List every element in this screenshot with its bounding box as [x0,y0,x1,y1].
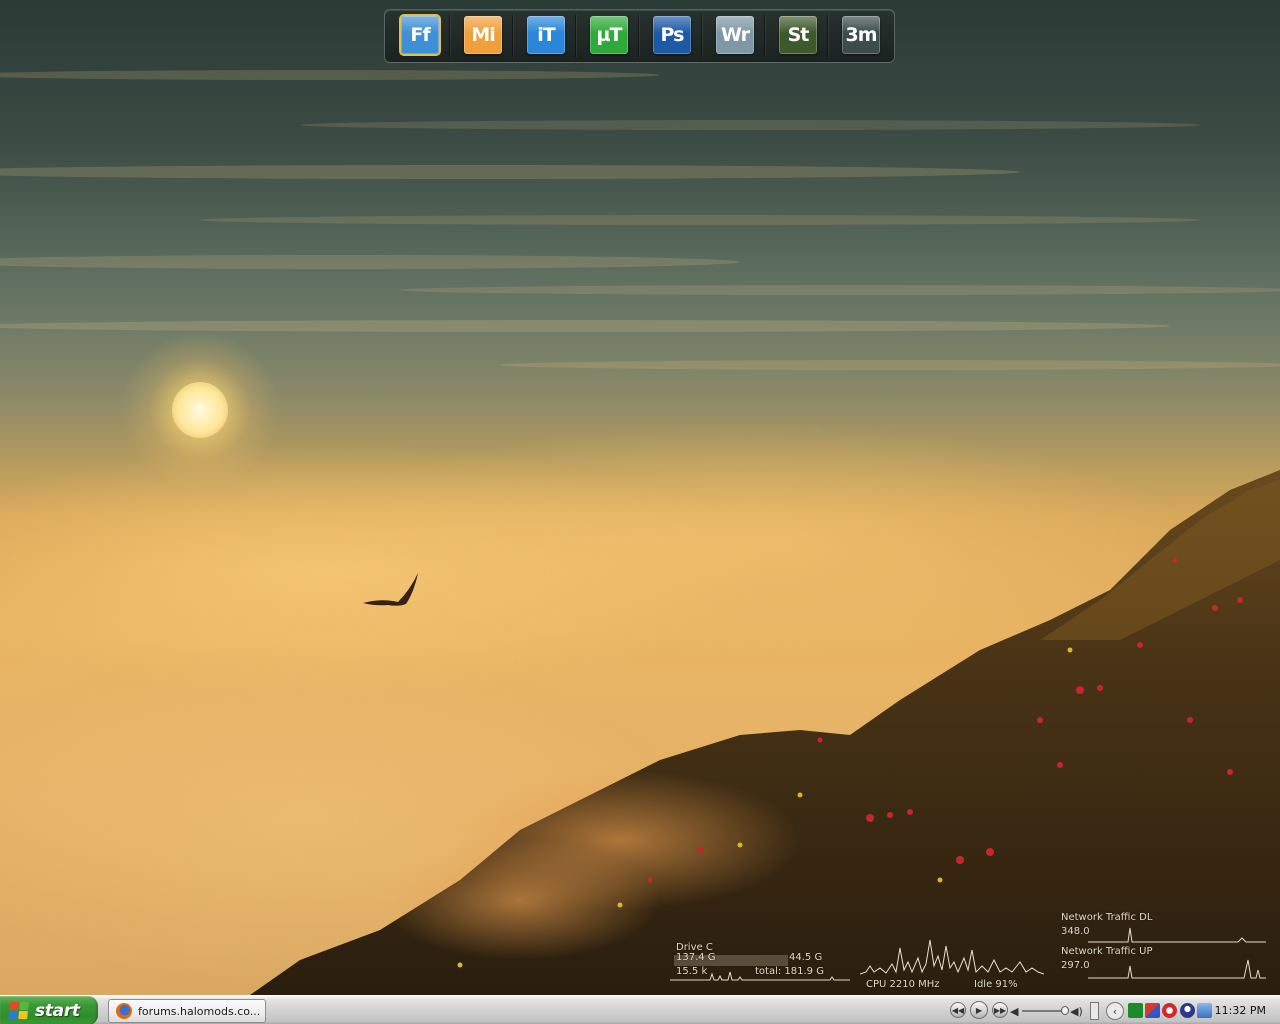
clock: 11:32 PM [1214,1004,1266,1017]
windows-logo-icon [8,1001,30,1020]
desktop-wallpaper [0,0,1280,995]
dock-separator [764,15,765,57]
system-tray: ◀◀ ▶ ▶▶ ◀ ◀) ‹ 11:32 PM [946,997,1280,1024]
app-tray-icon[interactable] [1145,1003,1160,1018]
volume-low-icon: ◀ [1010,1005,1019,1018]
hill-scene [250,470,1280,995]
cpu-monitor-widget: CPU 2210 MHz Idle 91% [858,928,1044,992]
dock-separator [449,15,450,57]
cpu-usage-graph [860,939,1044,975]
taskbar: start forums.halomods.co... ◀◀ ▶ ▶▶ ◀ ◀)… [0,995,1280,1024]
network-dl-graph [1088,927,1266,943]
network-up-value: 297.0 [1061,960,1090,971]
cpu-speed: CPU 2210 MHz [866,979,940,990]
dock-separator [512,15,513,57]
mist-on-hill [380,840,660,960]
steam-launcher-icon[interactable]: St [779,16,817,54]
drive-used: 137.4 G [676,952,716,963]
itunes-launcher-icon[interactable]: iT [527,16,565,54]
dock-separator [701,15,702,57]
application-dock: Ff Mi iT µT Ps Wr St 3m [384,9,895,63]
dock-separator [638,15,639,57]
winrar-launcher-icon[interactable]: Wr [716,16,754,54]
3dsmax-launcher-icon[interactable]: 3m [842,16,880,54]
start-button[interactable]: start [0,996,98,1024]
network-monitor-widget: Network Traffic DL 348.0 Network Traffic… [1058,910,1268,982]
security-tray-icon[interactable] [1180,1003,1195,1018]
dock-separator [575,15,576,57]
drive-monitor-widget: Drive C 137.4 G 44.5 G 15.5 k total: 181… [670,940,850,984]
firefox-icon [116,1003,132,1019]
volume-high-icon: ◀) [1070,1005,1083,1018]
utorrent-tray-icon[interactable] [1128,1003,1143,1018]
taskbar-window-title: forums.halomods.co... [138,1004,261,1018]
media-play-icon[interactable]: ▶ [970,1001,988,1019]
utorrent-launcher-icon[interactable]: µT [590,16,628,54]
miranda-launcher-icon[interactable]: Mi [464,16,502,54]
media-widget-grip-icon[interactable] [1090,1002,1099,1020]
drive-free: 44.5 G [789,952,823,963]
network-up-graph [1088,959,1266,979]
media-previous-icon[interactable]: ◀◀ [950,1002,966,1018]
tray-expand-chevron-icon[interactable]: ‹ [1106,1002,1124,1020]
drive-io-graph [670,971,850,981]
taskbar-window-button[interactable]: forums.halomods.co... [108,999,266,1023]
photoshop-launcher-icon[interactable]: Ps [653,16,691,54]
network-dl-value: 348.0 [1061,926,1090,937]
dock-separator [827,15,828,57]
bird [363,573,418,606]
network-tray-icon[interactable] [1197,1003,1212,1018]
media-next-icon[interactable]: ▶▶ [992,1002,1008,1018]
volume-slider-thumb[interactable] [1061,1006,1069,1015]
cpu-idle: Idle 91% [974,979,1018,990]
antivirus-tray-icon[interactable] [1162,1003,1177,1018]
firefox-launcher-icon[interactable]: Ff [399,14,441,56]
start-label: start [35,1000,80,1021]
